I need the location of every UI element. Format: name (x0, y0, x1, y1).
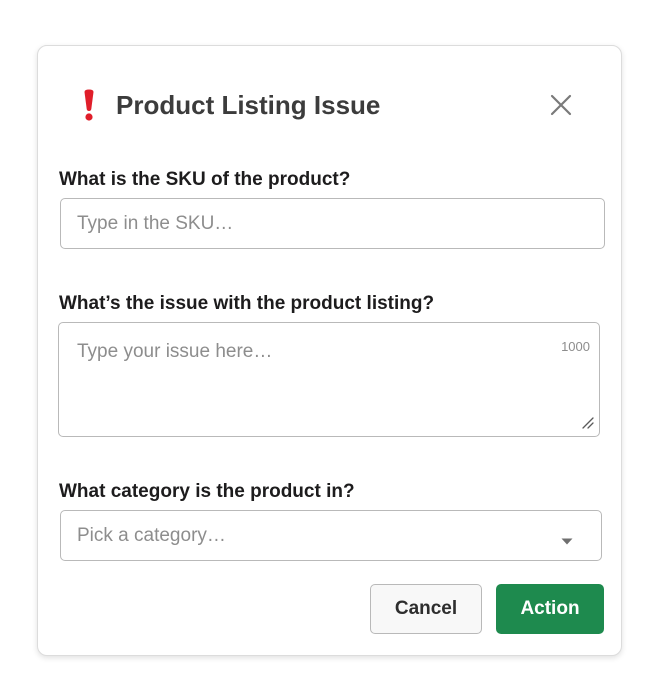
caret-down-icon (561, 532, 573, 545)
issue-label: What’s the issue with the product listin… (59, 293, 435, 314)
resize-handle-icon[interactable] (581, 416, 594, 429)
product-listing-issue-modal: Product Listing Issue What is the SKU of… (37, 45, 622, 656)
modal-title: Product Listing Issue (116, 90, 381, 120)
sku-label: What is the SKU of the product? (59, 169, 351, 190)
category-select[interactable]: Pick a category… (60, 510, 602, 561)
exclamation-icon (82, 88, 96, 122)
category-select-placeholder: Pick a category… (77, 525, 226, 546)
issue-textarea[interactable] (58, 322, 600, 437)
action-button[interactable]: Action (496, 584, 604, 634)
category-label: What category is the product in? (59, 481, 355, 502)
close-icon (550, 94, 572, 116)
close-button[interactable] (547, 91, 575, 119)
character-count: 1000 (561, 339, 590, 354)
modal-header: Product Listing Issue (38, 46, 621, 166)
sku-input[interactable] (60, 198, 605, 249)
cancel-button[interactable]: Cancel (370, 584, 482, 634)
